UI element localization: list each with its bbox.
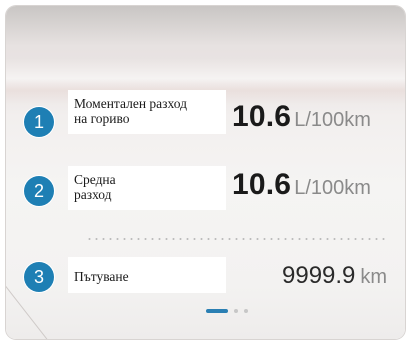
average-consumption-label-line2: разход bbox=[74, 187, 112, 202]
fuel-consumption-screen: 1 Моментален разход на гориво 10.6 L/100k… bbox=[6, 6, 405, 339]
average-consumption-number: 10.6 bbox=[232, 168, 292, 201]
instant-consumption-unit: L/100km bbox=[294, 109, 371, 131]
average-consumption-label: Средна разход bbox=[68, 166, 226, 210]
trip-label-text: Пътуване bbox=[74, 269, 129, 284]
instant-consumption-value: 10.6 L/100km bbox=[232, 100, 371, 134]
trip-unit: km bbox=[360, 266, 388, 288]
page-indicator-dot-3[interactable] bbox=[244, 309, 248, 313]
instant-consumption-label-line1: Моментален разход bbox=[74, 96, 187, 111]
average-consumption-label-line1: Средна bbox=[74, 172, 116, 187]
page-indicator-active[interactable] bbox=[206, 309, 228, 313]
trip-label: Пътуване bbox=[68, 257, 226, 293]
row-3-number-badge: 3 bbox=[24, 262, 54, 292]
average-consumption-value: 10.6 L/100km bbox=[232, 168, 371, 202]
page-indicator-dot-2[interactable] bbox=[234, 309, 238, 313]
row-1-number-badge: 1 bbox=[24, 107, 54, 137]
instant-consumption-number: 10.6 bbox=[232, 100, 292, 133]
section-divider bbox=[86, 238, 386, 240]
trip-value: 9999.9 km bbox=[282, 262, 387, 290]
instant-consumption-label: Моментален разход на гориво bbox=[68, 90, 226, 134]
row-2-number-badge: 2 bbox=[24, 176, 54, 206]
trip-number: 9999.9 bbox=[282, 262, 356, 289]
page-indicator[interactable] bbox=[206, 309, 248, 313]
instant-consumption-label-line2: на гориво bbox=[74, 111, 130, 126]
average-consumption-unit: L/100km bbox=[294, 177, 371, 199]
